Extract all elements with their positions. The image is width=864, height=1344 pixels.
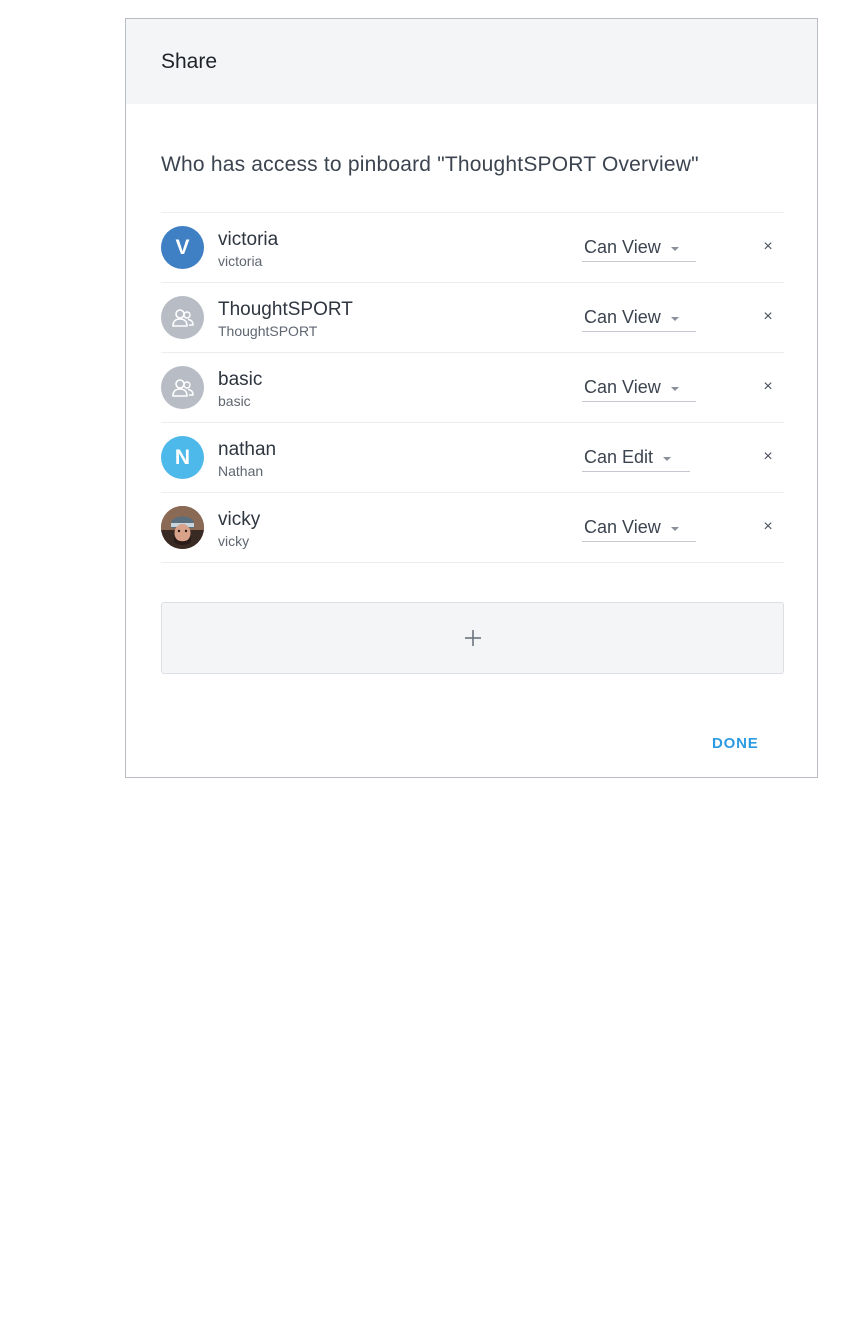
permission-label: Can View	[584, 237, 661, 257]
remove-button[interactable]: ×	[757, 515, 779, 539]
dialog-title: Share	[161, 49, 218, 73]
permission-label: Can View	[584, 377, 661, 397]
avatar	[161, 506, 204, 549]
permission-label: Can View	[584, 517, 661, 537]
permission-dropdown[interactable]: Can Edit	[582, 444, 690, 472]
chevron-down-icon	[670, 316, 679, 321]
permission-dropdown[interactable]: Can View	[582, 514, 696, 542]
avatar	[161, 296, 204, 339]
share-row: vicky vicky Can View ×	[161, 493, 784, 563]
permission-label: Can View	[584, 307, 661, 327]
principal-name: vicky	[218, 509, 261, 530]
dialog-header: Share	[126, 19, 817, 104]
close-icon: ×	[763, 308, 773, 325]
close-icon: ×	[763, 448, 773, 465]
share-list: V victoria victoria Can View × ThoughtSP…	[161, 212, 784, 563]
user-photo	[161, 506, 204, 549]
principal-username: vicky	[218, 533, 250, 549]
done-button[interactable]: DONE	[712, 735, 759, 752]
avatar: V	[161, 226, 204, 269]
remove-button[interactable]: ×	[757, 445, 779, 469]
principal-username: victoria	[218, 253, 263, 269]
principal-username: Nathan	[218, 463, 264, 479]
principal-name: nathan	[218, 439, 277, 460]
principal-name: victoria	[218, 229, 279, 250]
principal-name: ThoughtSPORT	[218, 299, 353, 320]
permission-dropdown[interactable]: Can View	[582, 234, 696, 262]
avatar	[161, 366, 204, 409]
group-icon	[171, 378, 194, 397]
avatar: N	[161, 436, 204, 479]
permission-dropdown[interactable]: Can View	[582, 374, 696, 402]
permission-label: Can Edit	[584, 447, 654, 467]
remove-button[interactable]: ×	[757, 235, 779, 259]
share-dialog: Share Who has access to pinboard "Though…	[125, 18, 818, 778]
avatar-letter: V	[175, 235, 190, 259]
group-icon	[171, 308, 194, 327]
avatar-letter: N	[174, 445, 191, 469]
share-row: ThoughtSPORT ThoughtSPORT Can View ×	[161, 283, 784, 353]
close-icon: ×	[763, 518, 773, 535]
principal-name: basic	[218, 369, 263, 390]
permission-dropdown[interactable]: Can View	[582, 304, 696, 332]
add-principal-button[interactable]	[161, 602, 784, 674]
chevron-down-icon	[663, 456, 672, 461]
remove-button[interactable]: ×	[757, 375, 779, 399]
share-row: basic basic Can View ×	[161, 353, 784, 423]
principal-username: basic	[218, 393, 251, 409]
remove-button[interactable]: ×	[757, 305, 779, 329]
share-row: V victoria victoria Can View ×	[161, 213, 784, 283]
close-icon: ×	[763, 238, 773, 255]
chevron-down-icon	[670, 526, 679, 531]
plus-icon	[464, 630, 481, 646]
close-icon: ×	[763, 378, 773, 395]
share-row: N nathan Nathan Can Edit ×	[161, 423, 784, 493]
principal-username: ThoughtSPORT	[218, 323, 318, 339]
chevron-down-icon	[670, 246, 679, 251]
chevron-down-icon	[670, 386, 679, 391]
access-heading: Who has access to pinboard "ThoughtSPORT…	[161, 153, 699, 176]
